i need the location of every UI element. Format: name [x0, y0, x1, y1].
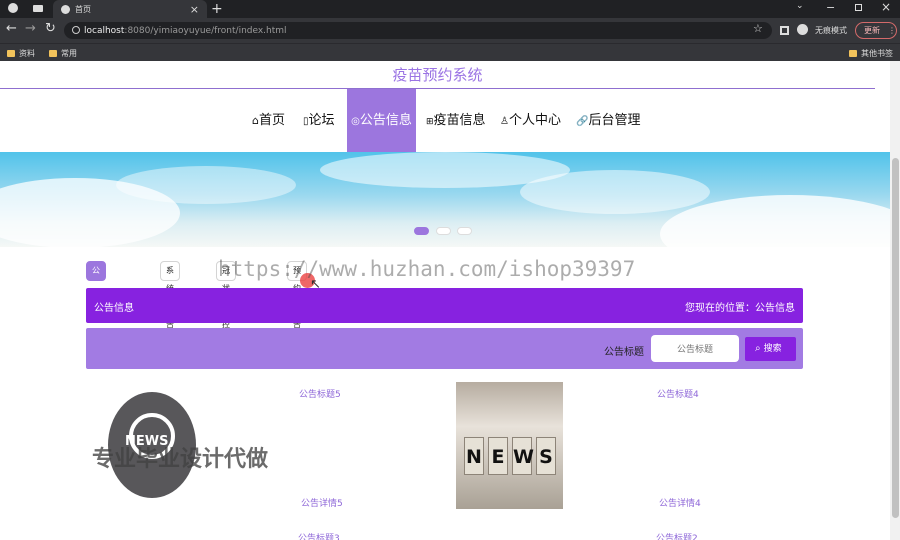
web-page: 疫苗预约系统 ⌂首页 ▯论坛 ◎公告信息 ⊞疫苗信息 ♙个人中心 🔗后台管理 公… — [0, 61, 890, 540]
news-cubes-image[interactable]: N E W S — [456, 382, 563, 509]
bookmark-label: 资料 — [19, 49, 35, 58]
incognito-icon — [797, 24, 808, 35]
section-header: 公告信息 您现在的位置：公告信息 — [86, 288, 803, 323]
news-cube-letter: S — [536, 437, 556, 475]
site-title: 疫苗预约系统 — [0, 61, 875, 89]
tab-search-icon[interactable] — [33, 5, 43, 12]
filter-all[interactable]: 公告类型全部 — [86, 261, 106, 365]
overlay-banner-text: 专业毕业设计代做 — [92, 447, 269, 472]
filter-system[interactable]: 系统公告 — [160, 261, 180, 329]
card-title-2[interactable]: 公告标题2 — [656, 531, 698, 540]
watermark-text: https://www.huzhan.com/ishop39397 — [218, 257, 636, 281]
news-cube-letter: N — [464, 437, 484, 475]
bookmark-star-icon[interactable]: ☆ — [753, 22, 763, 35]
search-panel: 公告标题 ⌕搜索 — [86, 328, 803, 369]
other-bookmarks-label: 其他书签 — [861, 49, 893, 58]
search-icon: ⌕ — [755, 343, 761, 354]
bookmarks-bar: 资料 常用 其他书签 — [0, 43, 900, 61]
bookmark-item-0[interactable]: 资料 — [7, 48, 35, 59]
main-nav: ⌂首页 ▯论坛 ◎公告信息 ⊞疫苗信息 ♙个人中心 🔗后台管理 — [0, 89, 890, 152]
section-title: 公告信息 — [94, 303, 134, 314]
grid-icon: ⊞ — [426, 117, 434, 127]
side-panel-icon[interactable] — [780, 26, 789, 35]
nav-label: 公告信息 — [359, 113, 412, 128]
search-button[interactable]: ⌕ 搜索 — [745, 337, 796, 361]
search-button-label: 搜索 — [763, 344, 782, 354]
search-input[interactable] — [651, 335, 739, 362]
forward-icon[interactable]: → — [25, 21, 36, 36]
carousel-dot-2[interactable] — [436, 227, 451, 235]
url-host: localhost — [84, 25, 125, 36]
tab-favicon-icon — [61, 4, 70, 14]
cloud-shape — [116, 166, 296, 204]
home-icon: ⌂ — [252, 114, 259, 127]
notice-icon: ◎ — [351, 116, 360, 127]
tab-title: 首页 — [75, 4, 91, 14]
nav-item-admin[interactable]: 🔗后台管理 — [576, 89, 640, 152]
incognito-label: 无痕模式 — [815, 26, 847, 35]
nav-item-profile[interactable]: ♙个人中心 — [500, 89, 561, 152]
news-cube-letter: W — [512, 437, 534, 475]
site-info-icon[interactable] — [72, 26, 80, 34]
update-label: 更新 — [864, 26, 880, 35]
browser-menu-icon[interactable] — [8, 3, 18, 13]
address-bar[interactable]: localhost:8080/yimiaoyuyue/front/index.h… — [64, 22, 772, 39]
nav-label: 后台管理 — [588, 113, 641, 128]
folder-icon — [7, 50, 15, 57]
url-path: :8080/yimiaoyuyue/front/index.html — [124, 25, 287, 36]
folder-icon — [849, 50, 857, 57]
search-label: 公告标题 — [604, 347, 644, 358]
nav-label: 疫苗信息 — [433, 113, 486, 128]
folder-icon — [49, 50, 57, 57]
carousel-dot-1[interactable] — [414, 227, 429, 235]
card-title-5[interactable]: 公告标题5 — [299, 387, 341, 400]
nav-label: 首页 — [258, 113, 285, 128]
nav-item-home[interactable]: ⌂首页 — [252, 89, 285, 152]
bookmark-item-1[interactable]: 常用 — [49, 48, 77, 59]
carousel-dot-3[interactable] — [457, 227, 472, 235]
nav-item-forum[interactable]: ▯论坛 — [303, 89, 335, 152]
scrollbar-thumb[interactable] — [892, 158, 899, 518]
tab-list-icon[interactable]: ⌄ — [796, 1, 804, 11]
card-detail-5[interactable]: 公告详情5 — [301, 496, 343, 509]
other-bookmarks[interactable]: 其他书签 — [849, 48, 893, 59]
minimize-button[interactable]: − — [826, 1, 835, 14]
browser-tab-strip: 首页 × + ⌄ − × — [0, 0, 900, 18]
breadcrumb: 您现在的位置：公告信息 — [685, 303, 795, 314]
user-icon: ♙ — [500, 116, 509, 127]
nav-item-notice[interactable]: ◎公告信息 — [347, 89, 416, 152]
update-button[interactable]: 更新 ⋮ — [855, 22, 897, 39]
card-title-3[interactable]: 公告标题3 — [298, 531, 340, 540]
new-tab-button[interactable]: + — [211, 1, 223, 17]
news-cube-letter: E — [488, 437, 508, 475]
link-icon: 🔗 — [576, 116, 589, 127]
nav-label: 个人中心 — [508, 113, 561, 128]
card-title-4[interactable]: 公告标题4 — [657, 387, 699, 400]
nav-item-vaccine[interactable]: ⊞疫苗信息 — [426, 89, 486, 152]
maximize-button[interactable] — [855, 4, 862, 11]
close-button[interactable]: × — [881, 0, 891, 14]
back-icon[interactable]: ← — [6, 21, 17, 36]
bookmark-label: 常用 — [61, 49, 77, 58]
reload-icon[interactable]: ↻ — [45, 21, 56, 36]
browser-tab[interactable]: 首页 × — [53, 0, 207, 18]
cloud-shape — [520, 170, 710, 214]
card-detail-4[interactable]: 公告详情4 — [659, 496, 701, 509]
tab-close-icon[interactable]: × — [190, 3, 199, 16]
nav-label: 论坛 — [308, 113, 335, 128]
